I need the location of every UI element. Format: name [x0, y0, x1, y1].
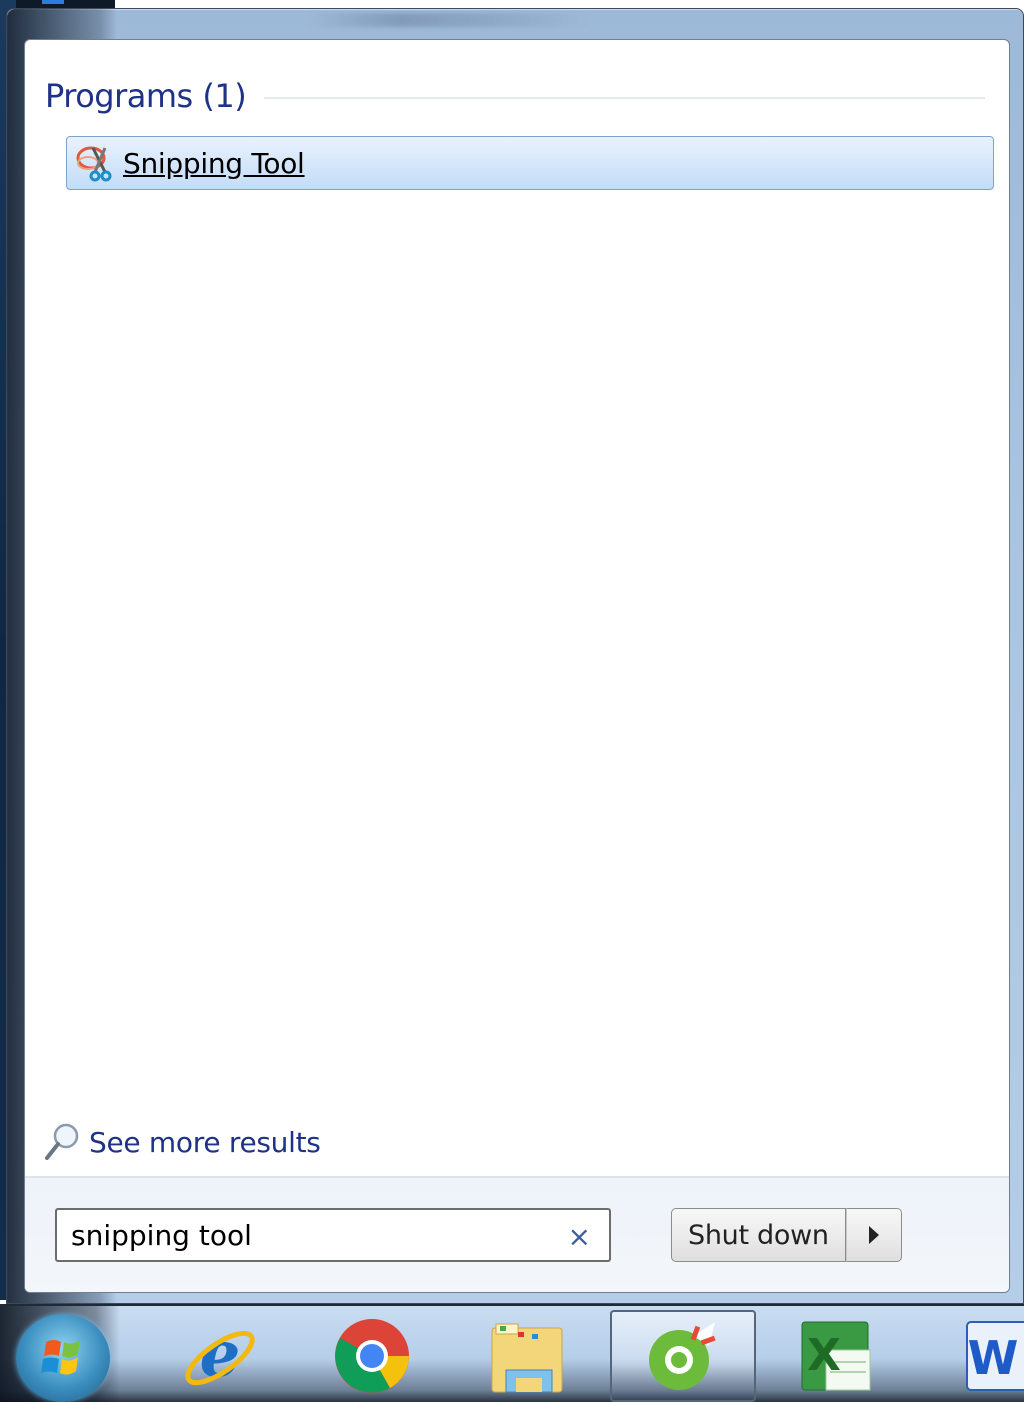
desktop-icon-fragment	[42, 0, 64, 4]
search-results-panel: Programs (1) Snipping Tool See more resu…	[24, 39, 1010, 1293]
search-input[interactable]	[57, 1218, 537, 1252]
svg-text:X: X	[807, 1330, 841, 1381]
taskbar-item-excel[interactable]: X	[776, 1310, 896, 1402]
clear-search-icon[interactable]: ×	[568, 1220, 591, 1253]
start-menu: Programs (1) Snipping Tool See more resu…	[6, 8, 1024, 1304]
see-more-results-link[interactable]: See more results	[43, 1120, 321, 1164]
start-button[interactable]	[16, 1314, 110, 1402]
taskbar-item-windows-explorer[interactable]	[468, 1310, 588, 1402]
word-icon: W	[966, 1321, 1024, 1391]
windows-orb-icon	[41, 1340, 80, 1375]
snipping-tool-icon	[75, 142, 117, 184]
start-menu-bottom-bar: × Shut down	[25, 1176, 1009, 1292]
result-item-snipping-tool[interactable]: Snipping Tool	[66, 136, 994, 190]
search-box: ×	[55, 1208, 611, 1262]
chrome-icon	[335, 1319, 409, 1393]
coccoc-icon	[649, 1322, 716, 1390]
section-title: Programs (1)	[45, 77, 247, 115]
result-label: Snipping Tool	[123, 146, 305, 180]
blurred-background-title	[307, 13, 587, 27]
internet-explorer-icon: e	[185, 1317, 255, 1392]
triangle-right-icon	[868, 1226, 879, 1244]
see-more-label: See more results	[89, 1125, 321, 1159]
shutdown-group: Shut down	[671, 1208, 902, 1262]
taskbar-item-word[interactable]: W	[934, 1310, 1024, 1402]
taskbar-item-internet-explorer[interactable]: e	[160, 1310, 280, 1402]
taskbar-item-coccoc[interactable]	[610, 1310, 756, 1402]
shutdown-options-button[interactable]	[845, 1208, 902, 1262]
programs-section-header: Programs (1)	[45, 76, 985, 116]
svg-text:W: W	[968, 1331, 1019, 1385]
magnifier-icon	[43, 1122, 81, 1162]
shutdown-button[interactable]: Shut down	[671, 1208, 846, 1262]
excel-icon: X	[801, 1321, 871, 1391]
taskbar-item-chrome[interactable]	[312, 1310, 432, 1402]
folder-icon	[491, 1323, 563, 1393]
section-divider	[264, 97, 985, 99]
taskbar: e X W	[0, 1304, 1024, 1402]
